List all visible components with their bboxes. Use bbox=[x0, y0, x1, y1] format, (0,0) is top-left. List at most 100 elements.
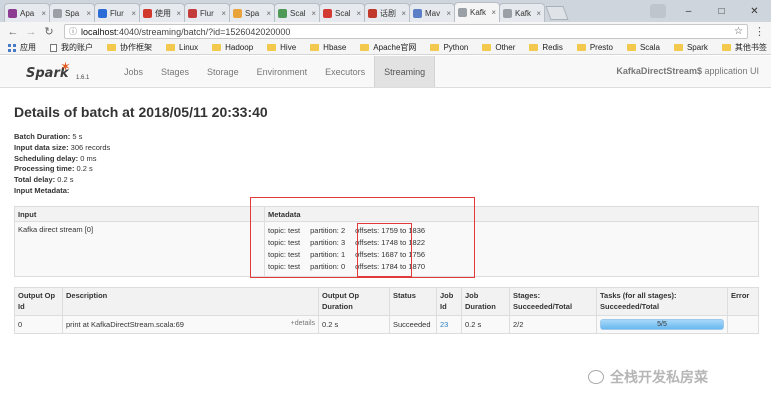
tab-close-icon[interactable]: × bbox=[131, 9, 136, 18]
spark-nav-tabs: Jobs Stages Storage Environment Executor… bbox=[115, 56, 436, 87]
browser-tab[interactable]: Flur × bbox=[184, 3, 230, 22]
address-bar-row: ← → ↻ ⓘ localhost:4040/streaming/batch/?… bbox=[0, 22, 771, 41]
column-header-input[interactable]: Input bbox=[14, 206, 265, 222]
tab-favicon-icon bbox=[458, 8, 467, 17]
bookmark-folder[interactable]: Linux bbox=[166, 43, 198, 52]
tab-title: Spa bbox=[65, 8, 80, 18]
tab-close-icon[interactable]: × bbox=[176, 9, 181, 18]
tasks-progress-label: 5/5 bbox=[657, 321, 667, 328]
column-header-tasks[interactable]: Tasks (for all stages): Succeeded/Total bbox=[596, 287, 728, 316]
forward-button[interactable]: → bbox=[24, 26, 38, 38]
apps-grid-icon bbox=[8, 43, 16, 52]
summary-input-metadata: Input Metadata: bbox=[14, 186, 414, 197]
tab-storage[interactable]: Storage bbox=[198, 56, 248, 87]
input-source-cell: Kafka direct stream [0] bbox=[14, 221, 265, 277]
bookmark-my-account[interactable]: 我的账户 bbox=[50, 42, 93, 53]
folder-icon bbox=[107, 44, 116, 51]
bookmark-other[interactable]: 其他书签 bbox=[721, 42, 767, 53]
column-header-job-duration[interactable]: Job Duration bbox=[461, 287, 510, 316]
reload-button[interactable]: ↻ bbox=[42, 25, 56, 38]
bookmark-folder[interactable]: 协作框架 bbox=[107, 42, 152, 53]
browser-tab[interactable]: Kafk × bbox=[454, 2, 500, 22]
new-tab-button[interactable] bbox=[545, 6, 569, 20]
bookmark-folder[interactable]: Spark bbox=[673, 43, 708, 52]
minimize-button[interactable]: – bbox=[672, 0, 705, 22]
tab-favicon-icon bbox=[143, 8, 152, 18]
bookmark-folder[interactable]: Hbase bbox=[310, 43, 346, 52]
summary-value: 0.2 s bbox=[55, 175, 74, 185]
tab-close-icon[interactable]: × bbox=[41, 9, 46, 18]
browser-tab[interactable]: Flur × bbox=[94, 3, 140, 22]
bookmark-label: Linux bbox=[179, 43, 199, 52]
tab-environment[interactable]: Environment bbox=[248, 56, 317, 87]
tab-close-icon[interactable]: × bbox=[266, 9, 271, 18]
summary-batch-duration: Batch Duration: 5 s bbox=[14, 132, 414, 143]
bookmark-folder[interactable]: Hive bbox=[267, 43, 296, 52]
bookmark-folder[interactable]: Redis bbox=[529, 43, 563, 52]
bookmark-label: Hbase bbox=[323, 43, 347, 52]
tab-jobs[interactable]: Jobs bbox=[115, 56, 152, 87]
bookmark-folder[interactable]: Presto bbox=[576, 43, 613, 52]
browser-tab[interactable]: 话剧 × bbox=[364, 3, 410, 22]
output-op-id-cell: 0 bbox=[14, 315, 63, 334]
bookmark-apps[interactable]: 应用 bbox=[8, 42, 36, 53]
tab-close-icon[interactable]: × bbox=[446, 9, 451, 18]
column-header-description[interactable]: Description bbox=[62, 287, 319, 316]
browser-tab[interactable]: Spa × bbox=[49, 3, 95, 22]
spark-logo[interactable]: Spark ✶ 1.6.1 bbox=[26, 59, 96, 84]
watermark: 全栈开发私房菜 bbox=[588, 367, 708, 387]
maximize-button[interactable]: □ bbox=[705, 0, 738, 22]
user-profile-icon[interactable] bbox=[650, 4, 666, 18]
info-icon[interactable]: ⓘ bbox=[69, 26, 77, 37]
column-header-status[interactable]: Status bbox=[389, 287, 437, 316]
bookmark-star-icon[interactable]: ☆ bbox=[734, 26, 743, 37]
folder-icon bbox=[673, 44, 683, 51]
tab-favicon-icon bbox=[98, 8, 107, 18]
folder-icon bbox=[576, 44, 586, 51]
tab-title: Scal bbox=[290, 8, 306, 18]
column-header-output-op-id[interactable]: Output Op Id bbox=[14, 287, 63, 316]
browser-tab[interactable]: Scal × bbox=[319, 3, 365, 22]
tab-favicon-icon bbox=[53, 8, 62, 18]
tab-executors[interactable]: Executors bbox=[316, 56, 374, 87]
back-button[interactable]: ← bbox=[6, 26, 20, 38]
page-title: Details of batch at 2018/05/11 20:33:40 bbox=[14, 104, 268, 120]
tab-close-icon[interactable]: × bbox=[356, 9, 361, 18]
summary-label: Input data size: bbox=[14, 142, 69, 152]
tab-close-icon[interactable]: × bbox=[401, 9, 406, 18]
tab-stages[interactable]: Stages bbox=[152, 56, 198, 87]
tab-close-icon[interactable]: × bbox=[491, 8, 496, 17]
bookmark-folder[interactable]: Other bbox=[482, 43, 515, 52]
tab-close-icon[interactable]: × bbox=[536, 9, 541, 18]
close-window-button[interactable]: ✕ bbox=[738, 0, 771, 22]
tab-favicon-icon bbox=[323, 8, 332, 18]
tab-streaming[interactable]: Streaming bbox=[374, 56, 436, 87]
url-input[interactable]: ⓘ localhost:4040/streaming/batch/?id=152… bbox=[64, 24, 748, 39]
summary-value: 0.2 s bbox=[74, 164, 93, 174]
summary-value: 0 ms bbox=[78, 153, 97, 163]
table-header-row: Output Op Id Description Output Op Durat… bbox=[14, 287, 759, 316]
job-id-link[interactable]: 23 bbox=[440, 320, 448, 329]
browser-menu-icon[interactable]: ⋮ bbox=[754, 25, 765, 38]
tab-close-icon[interactable]: × bbox=[86, 9, 91, 18]
column-header-output-op-duration[interactable]: Output Op Duration bbox=[318, 287, 390, 316]
browser-tab[interactable]: Scal × bbox=[274, 3, 320, 22]
browser-tab[interactable]: Apa × bbox=[4, 3, 50, 22]
tab-close-icon[interactable]: × bbox=[221, 9, 226, 18]
bookmark-folder[interactable]: Python bbox=[430, 43, 468, 52]
tab-close-icon[interactable]: × bbox=[311, 9, 316, 18]
browser-tab[interactable]: Kafk × bbox=[499, 3, 545, 22]
bookmark-folder[interactable]: Apache官网 bbox=[360, 42, 416, 53]
bookmark-folder[interactable]: Hadoop bbox=[212, 43, 253, 52]
column-header-job-id[interactable]: Job Id bbox=[436, 287, 462, 316]
details-toggle[interactable]: +details bbox=[291, 320, 315, 327]
browser-tab[interactable]: 使用 × bbox=[139, 3, 185, 22]
tab-title: Spa bbox=[245, 8, 260, 18]
browser-tab[interactable]: Spa × bbox=[229, 3, 275, 22]
column-header-stages[interactable]: Stages: Succeeded/Total bbox=[509, 287, 597, 316]
column-header-error[interactable]: Error bbox=[727, 287, 759, 316]
browser-tab[interactable]: Mav × bbox=[409, 3, 455, 22]
bookmark-folder[interactable]: Scala bbox=[626, 43, 660, 52]
bookmark-label: Other bbox=[495, 43, 516, 52]
output-operations-table: Output Op Id Description Output Op Durat… bbox=[14, 287, 759, 334]
